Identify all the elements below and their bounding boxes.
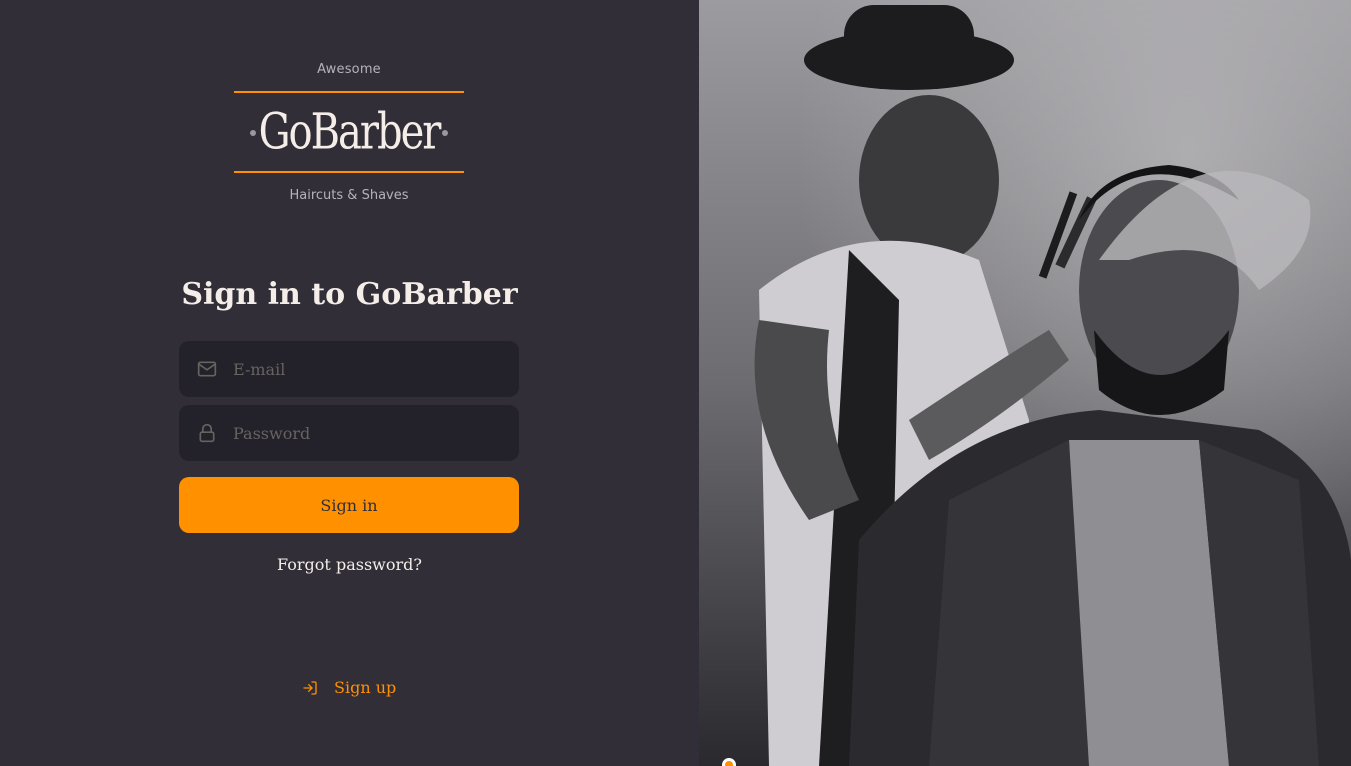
logo-tagline-top: Awesome [317,62,381,77]
signin-page: Awesome GoBarber Haircuts & Shaves Sign … [0,0,1351,766]
gobarber-logo: Awesome GoBarber Haircuts & Shaves [234,60,464,206]
logo-dot-right [442,130,448,136]
password-field[interactable] [179,405,519,461]
log-in-icon [302,680,318,696]
logo-name: GoBarber [258,103,442,161]
signup-label: Sign up [334,678,397,697]
page-title: Sign in to GoBarber [181,277,518,312]
email-input[interactable] [233,341,519,397]
lock-icon [197,423,217,443]
email-field[interactable] [179,341,519,397]
signin-button[interactable]: Sign in [179,477,519,533]
logo-divider-bottom [234,171,464,173]
signin-panel: Awesome GoBarber Haircuts & Shaves Sign … [0,0,699,766]
signup-link[interactable]: Sign up [302,678,396,697]
mail-icon [197,359,217,379]
barber-photo [699,0,1351,766]
scroll-indicator[interactable] [722,758,736,766]
logo-dot-left [250,130,256,136]
barber-photo-illustration [699,0,1351,766]
logo-wordmark: GoBarber [234,93,464,171]
password-input[interactable] [233,405,519,461]
forgot-password-link[interactable]: Forgot password? [277,555,422,574]
logo-tagline-bottom: Haircuts & Shaves [289,188,409,203]
forgot-password-row: Forgot password? [0,555,699,574]
